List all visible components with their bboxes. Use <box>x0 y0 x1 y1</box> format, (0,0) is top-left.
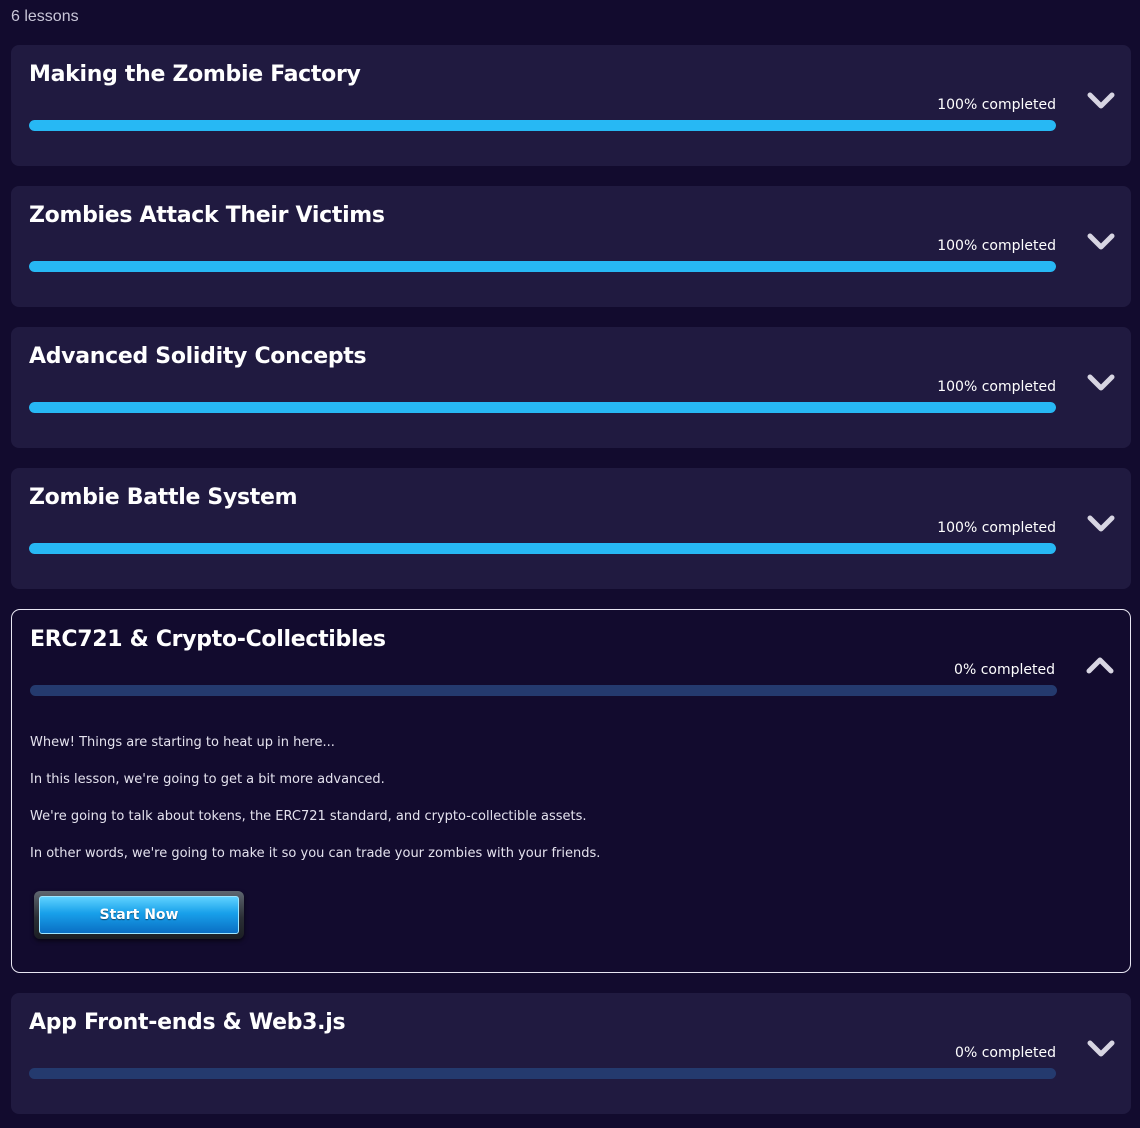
lesson-card-expanded[interactable]: ERC721 & Crypto-Collectibles 0% complete… <box>11 609 1131 973</box>
chevron-down-icon[interactable] <box>1087 514 1115 534</box>
lesson-progress-fill <box>29 402 1056 413</box>
lesson-progress-text: 0% completed <box>955 1045 1056 1061</box>
chevron-down-icon[interactable] <box>1087 373 1115 393</box>
lesson-title: Advanced Solidity Concepts <box>29 344 367 369</box>
description-line: We're going to talk about tokens, the ER… <box>30 809 587 824</box>
chevron-down-icon[interactable] <box>1087 91 1115 111</box>
lesson-title: Zombies Attack Their Victims <box>29 203 385 228</box>
lesson-title: Zombie Battle System <box>29 485 298 510</box>
lesson-progress-bar <box>29 120 1056 131</box>
lesson-progress-fill <box>29 120 1056 131</box>
chevron-down-icon[interactable] <box>1087 232 1115 252</box>
lessons-count: 6 lessons <box>11 8 79 25</box>
lesson-card[interactable]: Zombie Battle System 100% completed <box>11 468 1131 589</box>
lesson-progress-bar <box>29 402 1056 413</box>
lesson-progress-bar <box>29 543 1056 554</box>
chevron-up-icon[interactable] <box>1086 656 1114 676</box>
lesson-title: App Front-ends & Web3.js <box>29 1010 346 1035</box>
description-line: Whew! Things are starting to heat up in … <box>30 735 335 750</box>
start-now-button[interactable]: Start Now <box>34 891 244 939</box>
lesson-progress-text: 0% completed <box>954 662 1055 678</box>
lesson-title: Making the Zombie Factory <box>29 62 361 87</box>
lesson-title: ERC721 & Crypto-Collectibles <box>30 627 386 652</box>
description-line: In this lesson, we're going to get a bit… <box>30 772 385 787</box>
lesson-progress-bar <box>29 261 1056 272</box>
start-now-button-face[interactable]: Start Now <box>39 896 239 934</box>
lesson-card[interactable]: Making the Zombie Factory 100% completed <box>11 45 1131 166</box>
lesson-progress-text: 100% completed <box>937 238 1056 254</box>
start-now-label: Start Now <box>99 907 179 923</box>
lesson-progress-bar <box>30 685 1057 696</box>
lesson-progress-text: 100% completed <box>937 520 1056 536</box>
lesson-progress-text: 100% completed <box>937 97 1056 113</box>
lesson-progress-bar <box>29 1068 1056 1079</box>
lessons-page: 6 lessons Making the Zombie Factory 100%… <box>0 0 1140 1128</box>
lesson-progress-fill <box>29 261 1056 272</box>
lesson-card[interactable]: App Front-ends & Web3.js 0% completed <box>11 993 1131 1114</box>
chevron-down-icon[interactable] <box>1087 1039 1115 1059</box>
lesson-progress-fill <box>29 543 1056 554</box>
lesson-description: Whew! Things are starting to heat up in … <box>30 734 600 882</box>
lesson-card[interactable]: Zombies Attack Their Victims 100% comple… <box>11 186 1131 307</box>
lesson-card[interactable]: Advanced Solidity Concepts 100% complete… <box>11 327 1131 448</box>
description-line: In other words, we're going to make it s… <box>30 846 601 861</box>
lesson-progress-text: 100% completed <box>937 379 1056 395</box>
